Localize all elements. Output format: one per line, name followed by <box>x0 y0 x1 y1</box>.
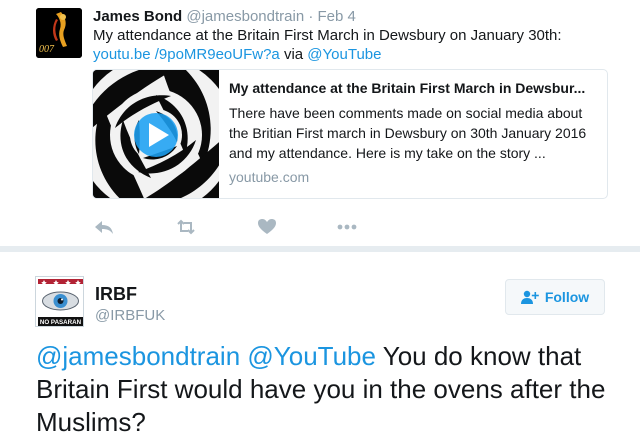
youtube-mention-link[interactable]: @YouTube <box>307 46 381 63</box>
like-icon[interactable] <box>256 216 278 238</box>
tweet-header: James Bond @jamesbondtrain · Feb 4 <box>93 8 356 25</box>
tweet-date[interactable]: Feb 4 <box>318 8 356 25</box>
link-preview-card[interactable]: My attendance at the Britain First March… <box>92 69 608 199</box>
gunbarrel-image <box>93 70 219 198</box>
card-thumbnail[interactable] <box>93 70 219 198</box>
youtube-short-link[interactable]: youtu.be /9poMR9eoUFw?a <box>93 46 280 63</box>
author-handle[interactable]: @IRBFUK <box>95 307 165 324</box>
tweet-james-bond: 007 James Bond @jamesbondtrain · Feb 4 M… <box>0 0 640 246</box>
avatar[interactable]: NO PASARAN <box>35 276 84 327</box>
mention-youtube[interactable]: @YouTube <box>247 341 376 371</box>
follow-label: Follow <box>544 289 590 305</box>
007-logo-icon: 007 <box>36 8 82 58</box>
tweet-text: My attendance at the Britain First March… <box>93 26 613 64</box>
retweet-icon[interactable] <box>175 216 197 238</box>
avatar-motto: NO PASARAN <box>40 319 82 326</box>
follow-button[interactable]: Follow <box>505 279 605 315</box>
avatar[interactable]: 007 <box>36 8 82 58</box>
card-domain: youtube.com <box>229 169 310 185</box>
mention-jamesbondtrain[interactable]: @jamesbondtrain <box>36 341 240 371</box>
author-name[interactable]: James Bond <box>93 8 182 25</box>
reply-icon[interactable] <box>93 216 115 238</box>
author-handle[interactable]: @jamesbondtrain <box>186 8 304 25</box>
card-description: There have been comments made on social … <box>229 105 587 161</box>
avatar-007-text: 007 <box>39 44 55 55</box>
more-icon[interactable] <box>336 216 358 238</box>
tweet-text-start: My attendance at the Britain First March… <box>93 27 562 44</box>
add-user-icon <box>520 290 539 304</box>
author-name[interactable]: IRBF <box>95 284 137 305</box>
card-title[interactable]: My attendance at the Britain First March… <box>229 79 597 97</box>
tweet-text: @jamesbondtrain @YouTube You do know tha… <box>36 340 616 434</box>
irbf-logo-icon: NO PASARAN <box>36 277 83 326</box>
card-body: My attendance at the Britain First March… <box>229 79 597 185</box>
header-separator: · <box>308 8 314 25</box>
tweet-irbf: NO PASARAN IRBF @IRBFUK Follow @jamesbon… <box>0 252 640 434</box>
tweet-text-via: via <box>279 46 308 63</box>
